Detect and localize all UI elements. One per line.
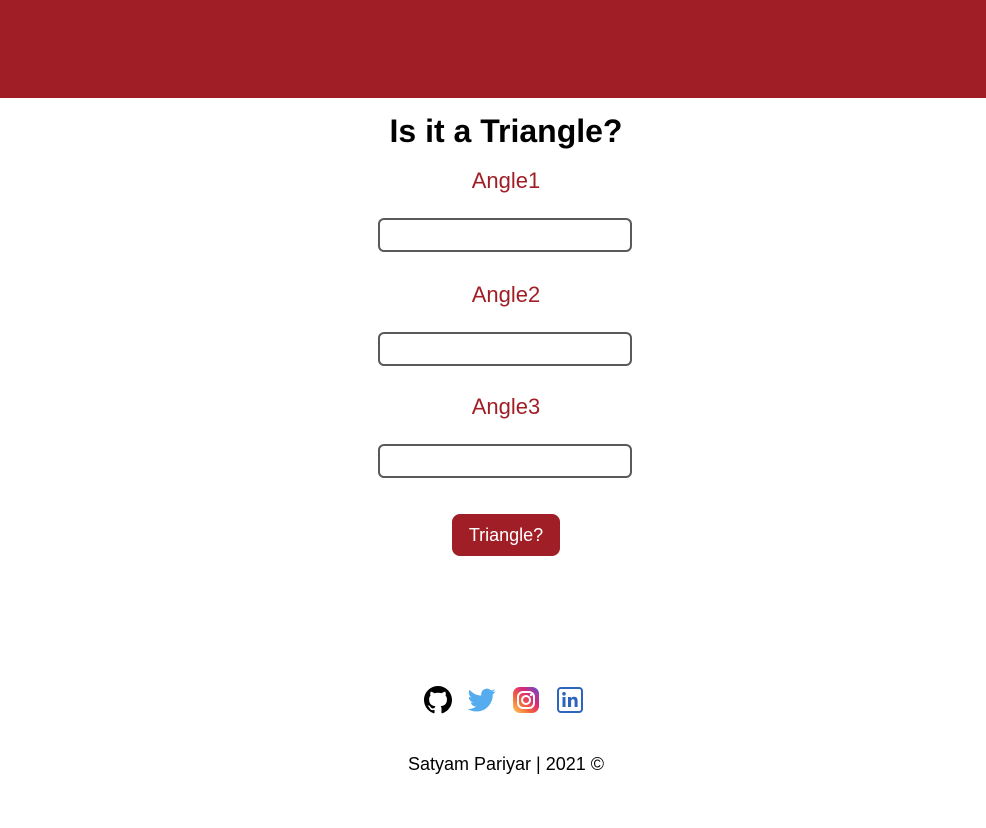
linkedin-icon[interactable] — [556, 686, 584, 714]
header-bar — [0, 0, 986, 98]
angle3-label: Angle3 — [471, 394, 541, 419]
angle2-input[interactable] — [378, 332, 632, 366]
angle1-input[interactable] — [378, 218, 632, 252]
angle3-input[interactable] — [378, 444, 632, 478]
footer-text: Satyam Pariyar | 2021 © — [407, 754, 605, 774]
check-triangle-button[interactable]: Triangle? — [452, 514, 560, 556]
instagram-icon[interactable] — [512, 686, 540, 714]
angle1-label: Angle1 — [471, 168, 541, 193]
angle2-label: Angle2 — [471, 282, 541, 307]
github-icon[interactable] — [424, 686, 452, 714]
social-links — [424, 686, 584, 714]
twitter-icon[interactable] — [467, 686, 496, 714]
page-title: Is it a Triangle? — [389, 113, 623, 149]
